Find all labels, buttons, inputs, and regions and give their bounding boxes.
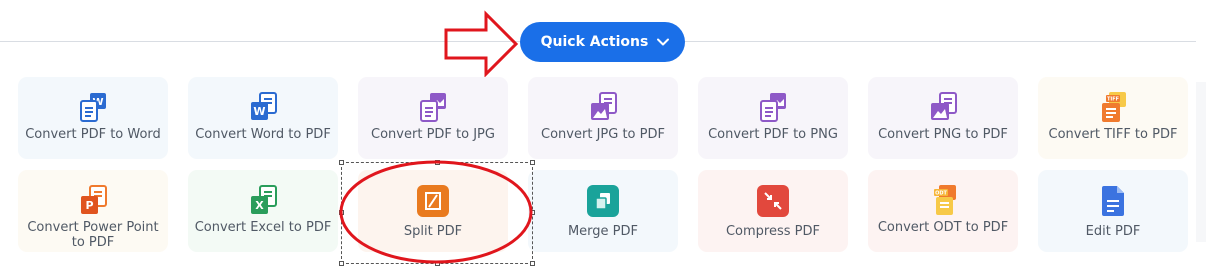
action-card-merge-pdf[interactable]: Merge PDF xyxy=(528,170,678,252)
action-card-jpg-to-pdf[interactable]: Convert JPG to PDF xyxy=(528,77,678,159)
odt-to-pdf-icon: ODT xyxy=(926,184,960,218)
action-card-edit-pdf[interactable]: Edit PDF xyxy=(1038,170,1188,252)
png-to-pdf-icon xyxy=(926,91,960,125)
action-card-png-to-pdf[interactable]: Convert PNG to PDF xyxy=(868,77,1018,159)
annotation-ellipse xyxy=(339,160,533,264)
action-card-pdf-to-word[interactable]: W Convert PDF to Word xyxy=(18,77,168,159)
action-card-powerpoint-to-pdf[interactable]: P Convert Power Point to PDF xyxy=(18,170,168,252)
edit-pdf-icon xyxy=(1096,184,1130,218)
action-label: Convert TIFF to PDF xyxy=(1048,127,1178,142)
action-label: Merge PDF xyxy=(567,224,639,239)
action-label: Convert PDF to PNG xyxy=(708,127,838,142)
action-card-pdf-to-png[interactable]: Convert PDF to PNG xyxy=(698,77,848,159)
svg-text:W: W xyxy=(253,105,265,118)
action-card-excel-to-pdf[interactable]: X Convert Excel to PDF xyxy=(188,170,338,252)
quick-actions-label: Quick Actions xyxy=(540,34,649,50)
svg-text:P: P xyxy=(85,199,93,212)
action-label: Convert PDF to JPG xyxy=(371,127,495,142)
svg-text:X: X xyxy=(255,199,264,212)
action-label: Convert ODT to PDF xyxy=(877,220,1009,235)
pdf-to-jpg-icon xyxy=(416,91,450,125)
merge-pdf-icon xyxy=(586,184,620,218)
svg-text:ODT: ODT xyxy=(935,191,947,197)
quick-actions-button[interactable]: Quick Actions xyxy=(520,22,685,62)
quick-actions-grid: W Convert PDF to Word W Convert Word to … xyxy=(18,77,1206,257)
chevron-down-icon xyxy=(657,38,670,46)
tiff-to-pdf-icon: TIFF xyxy=(1096,91,1130,125)
action-label: Convert PDF to Word xyxy=(25,127,161,142)
action-label: Compress PDF xyxy=(725,224,820,239)
action-card-odt-to-pdf[interactable]: ODT Convert ODT to PDF xyxy=(868,170,1018,252)
jpg-to-pdf-icon xyxy=(586,91,620,125)
action-label: Convert Excel to PDF xyxy=(194,220,332,235)
action-label: Convert JPG to PDF xyxy=(541,127,665,142)
action-card-word-to-pdf[interactable]: W Convert Word to PDF xyxy=(188,77,338,159)
powerpoint-to-pdf-icon: P xyxy=(76,184,110,218)
svg-text:TIFF: TIFF xyxy=(1107,97,1119,103)
action-label: Edit PDF xyxy=(1085,224,1141,239)
compress-pdf-icon xyxy=(756,184,790,218)
annotation-arrow xyxy=(444,10,519,78)
action-card-tiff-to-pdf[interactable]: TIFF Convert TIFF to PDF xyxy=(1038,77,1188,159)
action-label: Convert Word to PDF xyxy=(195,127,331,142)
action-card-pdf-to-jpg[interactable]: Convert PDF to JPG xyxy=(358,77,508,159)
pdf-to-word-icon: W xyxy=(76,91,110,125)
action-label: Convert Power Point to PDF xyxy=(27,220,159,250)
scroll-edge xyxy=(1196,82,1206,242)
word-to-pdf-icon: W xyxy=(246,91,280,125)
action-label: Convert PNG to PDF xyxy=(878,127,1008,142)
action-card-compress-pdf[interactable]: Compress PDF xyxy=(698,170,848,252)
pdf-to-png-icon xyxy=(756,91,790,125)
excel-to-pdf-icon: X xyxy=(246,184,280,218)
